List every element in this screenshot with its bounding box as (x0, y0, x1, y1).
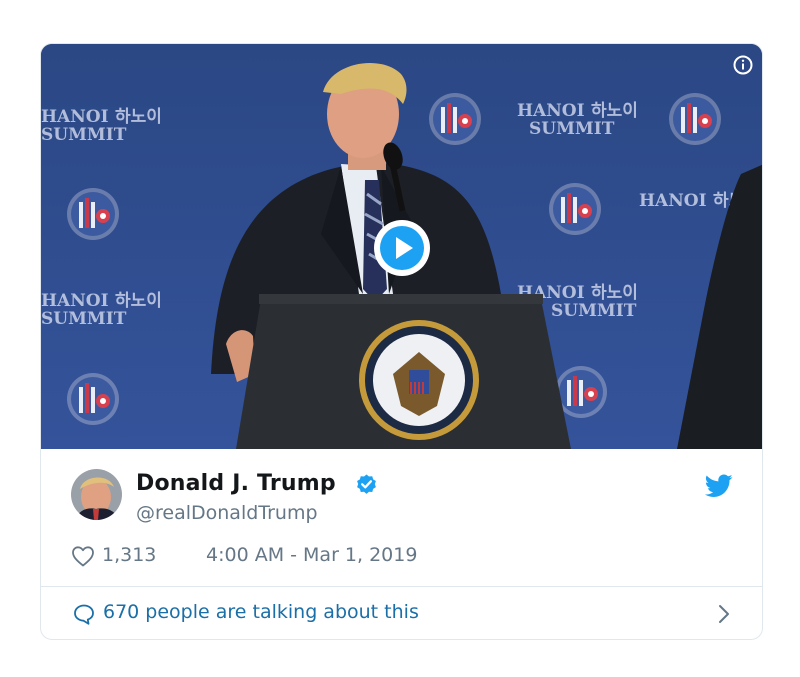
backdrop-text: HANOI (41, 291, 109, 311)
backdrop-text: SUMMIT (41, 309, 127, 329)
play-icon[interactable] (373, 219, 431, 277)
backdrop-text: HANOI (639, 191, 707, 211)
backdrop-text: 하노이 (115, 291, 162, 311)
backdrop-text: HANOI (41, 107, 109, 127)
conversation-link[interactable]: 670 people are talking about this (41, 587, 762, 639)
backdrop-text: 하노이 (591, 283, 638, 303)
podium (236, 294, 571, 449)
tweet-timestamp[interactable]: 4:00 AM - Mar 1, 2019 (206, 544, 417, 566)
backdrop-text: SUMMIT (41, 125, 127, 145)
twitter-bird-icon[interactable] (705, 474, 733, 498)
info-icon[interactable] (733, 55, 753, 75)
backdrop-text: 하노이 (591, 101, 638, 121)
chevron-right-icon[interactable] (718, 604, 730, 624)
backdrop-text: SUMMIT (551, 301, 637, 321)
video-thumbnail[interactable]: HANOI 하노이 SUMMIT HANOI 하노이 SUMMIT HANOI … (41, 44, 762, 449)
backdrop-text: HANOI (517, 101, 585, 121)
backdrop-text: 하노이 (115, 107, 162, 127)
tweet-embed-card[interactable]: HANOI 하노이 SUMMIT HANOI 하노이 SUMMIT HANOI … (40, 43, 763, 640)
like-count[interactable]: 1,313 (102, 544, 156, 566)
backdrop-text: SUMMIT (529, 119, 615, 139)
author-name[interactable]: Donald J. Trump (136, 471, 336, 496)
avatar[interactable] (71, 469, 122, 520)
speech-bubble-icon (74, 604, 94, 625)
avatar-image (71, 469, 122, 520)
talking-about-text[interactable]: 670 people are talking about this (103, 601, 419, 623)
verified-badge-icon (357, 474, 376, 494)
heart-icon[interactable] (71, 545, 95, 567)
author-handle[interactable]: @realDonaldTrump (136, 502, 318, 524)
